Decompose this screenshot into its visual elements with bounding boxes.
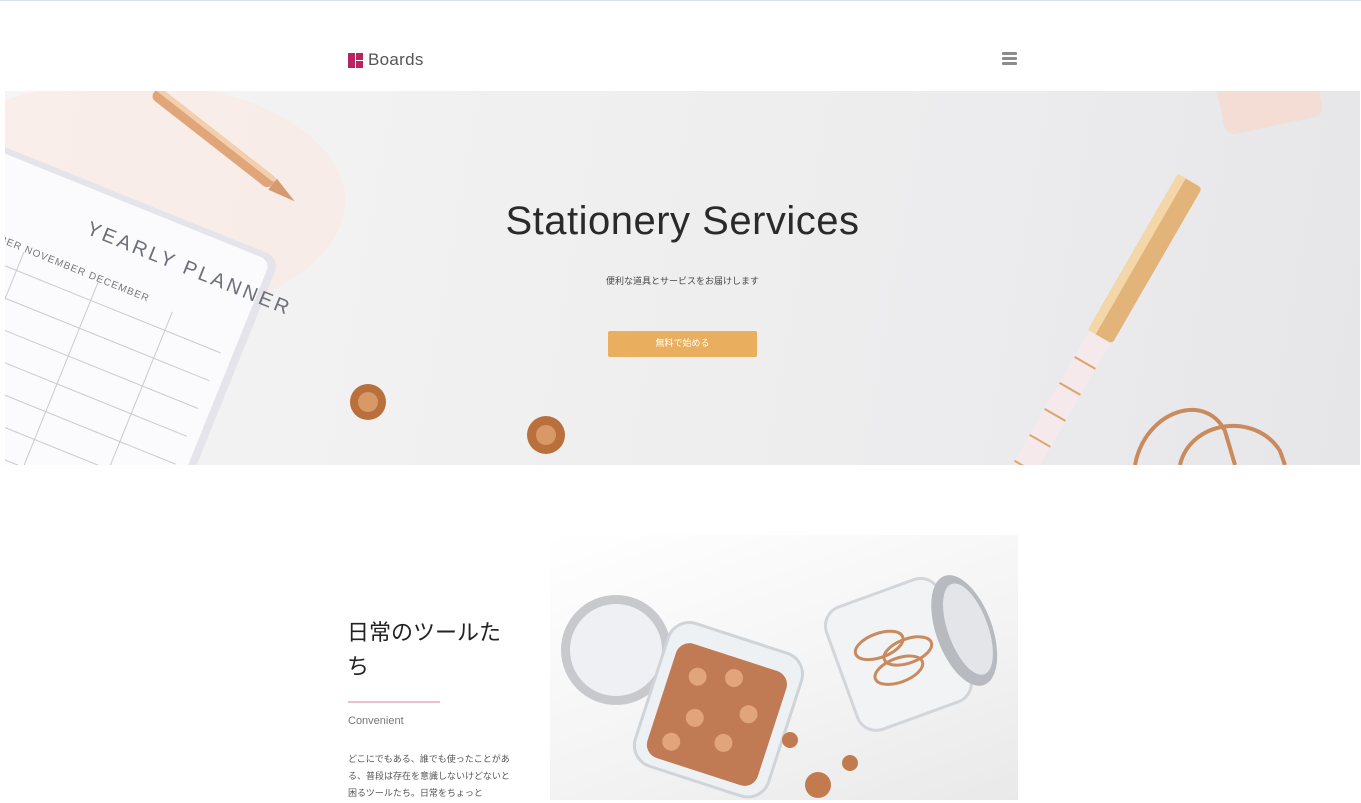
boards-logo-icon xyxy=(348,52,363,68)
brand-name: Boards xyxy=(368,50,424,69)
feature-divider xyxy=(348,701,440,703)
site-header: Boards xyxy=(0,1,1361,91)
hero-section: YEARLY PLANNER OCTOBER NOVEMBER DECEMBER xyxy=(5,91,1360,465)
hero-subtitle: 便利な道具とサービスをお届けします xyxy=(605,277,759,287)
feature-body: どこにでもある、誰でも使ったことがある、普段は存在を意識しないけどないと困るツー… xyxy=(348,755,510,799)
hero-title: Stationery Services xyxy=(505,199,860,243)
feature-image xyxy=(550,535,1018,800)
brand-link[interactable]: Boards xyxy=(348,50,424,69)
hamburger-menu-icon[interactable] xyxy=(1002,52,1018,67)
feature-title: 日常のツールたち xyxy=(347,621,502,680)
feature-tag: Convenient xyxy=(348,715,404,727)
start-free-button[interactable]: 無料で始める xyxy=(608,331,757,357)
